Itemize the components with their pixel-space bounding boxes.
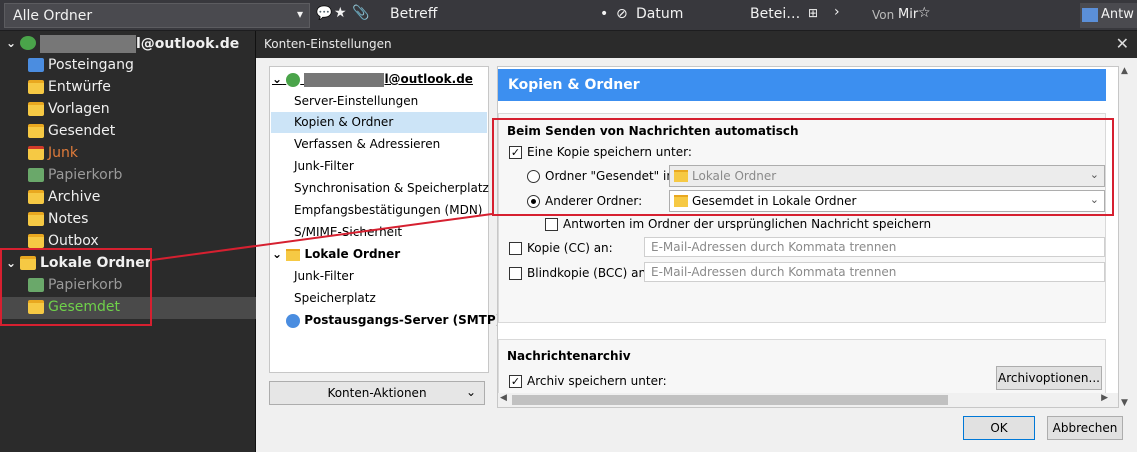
connector-line <box>151 213 493 261</box>
